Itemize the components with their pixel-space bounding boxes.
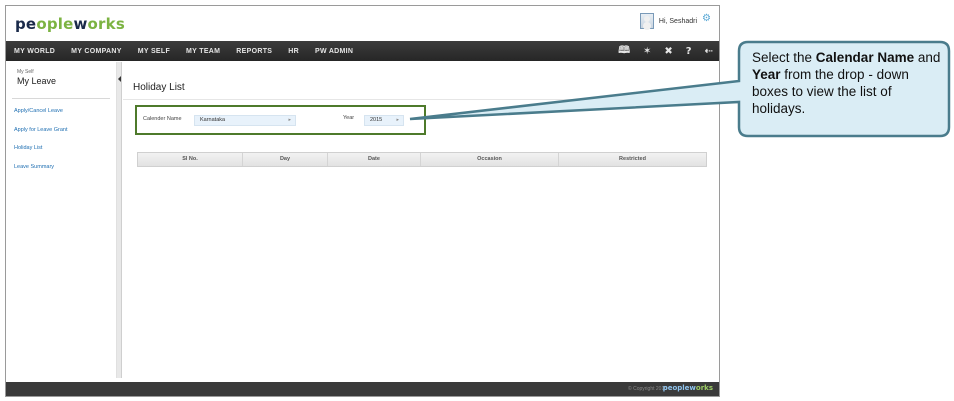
nav-my-company[interactable]: MY COMPANY (63, 48, 130, 55)
column-header-day[interactable]: Day (243, 153, 328, 166)
year-value: 2015 (370, 117, 383, 123)
main-content: Holiday List Calender Name Karnataka ▸ Y… (123, 62, 719, 378)
pin-icon[interactable]: ✶ (643, 46, 651, 57)
dropdown-chevron-icon: ▸ (288, 117, 291, 123)
sidebar: My Self My Leave Apply/Cancel Leave Appl… (6, 62, 117, 378)
nav-reports[interactable]: REPORTS (228, 48, 280, 55)
column-header-sl-no[interactable]: Sl No. (138, 153, 243, 166)
app-footer: © Copyright 2015 peopleworks (6, 382, 719, 396)
sidebar-title: My Leave (17, 76, 57, 86)
title-divider (123, 99, 719, 100)
column-header-occasion[interactable]: Occasion (421, 153, 559, 166)
main-navbar: MY WORLD MY COMPANY MY SELF MY TEAM REPO… (6, 41, 719, 61)
calendar-name-value: Karnataka (200, 117, 226, 123)
collapse-arrow-icon[interactable] (118, 76, 121, 82)
nav-my-world[interactable]: MY WORLD (6, 48, 63, 55)
breadcrumb[interactable]: My Self (17, 69, 34, 75)
nav-pw-admin[interactable]: PW ADMIN (307, 48, 361, 55)
book-icon[interactable]: 🕮 (618, 43, 630, 60)
column-header-date[interactable]: Date (328, 153, 421, 166)
filter-panel: Calender Name Karnataka ▸ Year 2015 ▸ (135, 105, 426, 135)
tools-icon[interactable]: ✖ (664, 46, 672, 57)
sidebar-divider (12, 98, 110, 99)
nav-my-team[interactable]: MY TEAM (178, 48, 228, 55)
sidebar-item-apply-cancel-leave[interactable]: Apply/Cancel Leave (14, 108, 68, 127)
year-select[interactable]: 2015 ▸ (364, 115, 404, 126)
sidebar-collapse-handle[interactable] (117, 62, 122, 378)
holiday-table-header: Sl No. Day Date Occasion Restricted (137, 152, 707, 167)
copyright-text: © Copyright 2015 (628, 386, 667, 392)
app-window: peopleworks Hi, Seshadri ⚙ MY WORLD MY C… (5, 5, 720, 397)
avatar[interactable] (639, 13, 654, 29)
nav-hr[interactable]: HR (280, 48, 307, 55)
sidebar-menu: Apply/Cancel Leave Apply for Leave Grant… (14, 108, 68, 182)
app-header: peopleworks Hi, Seshadri ⚙ (6, 6, 719, 40)
sidebar-item-leave-summary[interactable]: Leave Summary (14, 164, 68, 183)
peopleworks-logo[interactable]: peopleworks (15, 15, 125, 33)
footer-logo: peopleworks (662, 384, 713, 392)
user-greeting: Hi, Seshadri (658, 17, 698, 25)
callout-text: Select the Calendar Name and Year from t… (752, 50, 941, 116)
column-header-restricted[interactable]: Restricted (559, 153, 706, 166)
year-label: Year (343, 115, 355, 121)
help-icon[interactable]: ? (686, 46, 692, 57)
user-area: Hi, Seshadri ⚙ (639, 13, 711, 29)
page-title: Holiday List (133, 82, 185, 93)
calendar-name-select[interactable]: Karnataka ▸ (194, 115, 296, 126)
sidebar-item-apply-leave-grant[interactable]: Apply for Leave Grant (14, 127, 68, 146)
nav-my-self[interactable]: MY SELF (130, 48, 178, 55)
calendar-name-label: Calender Name (143, 116, 182, 122)
sidebar-item-holiday-list[interactable]: Holiday List (14, 145, 68, 164)
logout-icon[interactable]: ⇠ (705, 46, 713, 57)
dropdown-chevron-icon: ▸ (396, 117, 399, 123)
settings-gear-icon[interactable]: ⚙ (702, 13, 711, 24)
